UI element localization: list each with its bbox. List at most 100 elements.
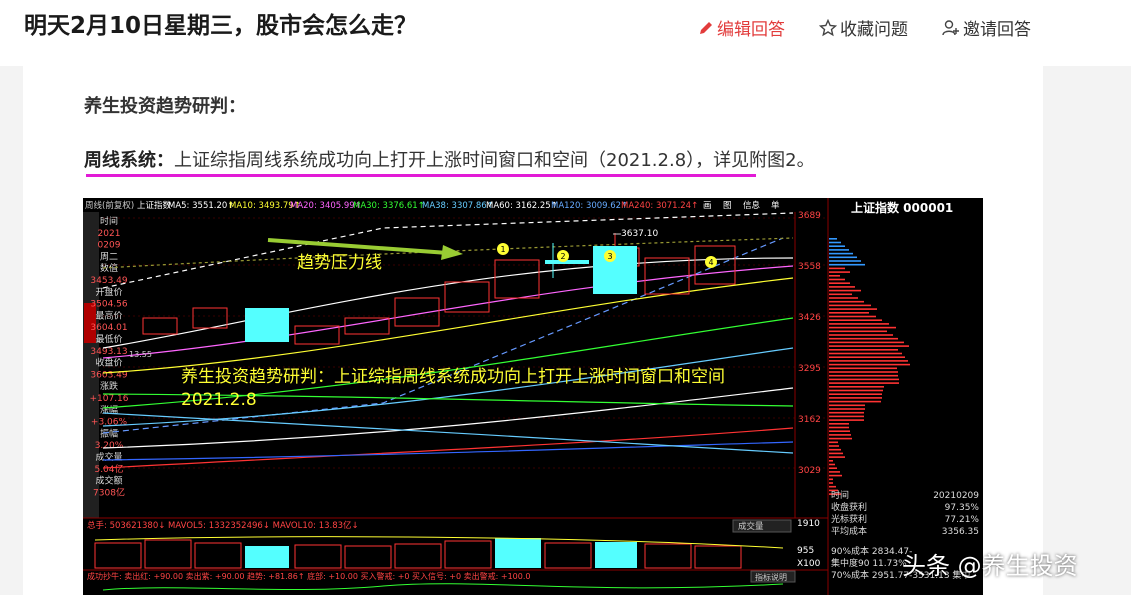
chip-bar [829,271,850,273]
chip-bar [829,485,836,488]
article-paragraph: 周线系统：上证综指周线系统成功向上打开上涨时间窗口和空间（2021.2.8），详… [84,146,815,172]
stat-extra: 90%成本 2834.47- [831,545,912,557]
tab-info[interactable]: 信息 [743,200,761,211]
stock-chart-image: 周线(前复权) 上证指数 MA5: 3551.20↑ MA10: 3493.79… [83,198,983,595]
chip-bar [829,415,864,418]
chip-bar [829,286,855,288]
chip-bar [829,241,841,244]
volume-dropdown[interactable]: 成交量 [738,521,764,532]
chip-bar [829,382,899,384]
chip-bar [829,267,845,270]
marker-2: 2 [560,252,565,261]
volume-bars [94,536,784,569]
y-tick: 3558 [798,262,821,272]
chip-bar [829,374,898,377]
side-info-item: 3453.49 [90,276,127,286]
chip-bar [829,256,857,259]
chip-bar [829,278,845,281]
collect-question-button[interactable]: 收藏问题 [819,15,908,40]
side-info-item: 时间 [100,215,118,227]
low-price-label: 13.55 [129,350,152,359]
ma20-label: MA20: 3405.99↑ [290,201,362,211]
y-tick: 3029 [798,466,821,476]
side-info-item: 成交量 [95,451,122,463]
price-axis: 3689 3558 3426 3295 3162 3029 [798,211,821,476]
tab-single[interactable]: 单 [771,200,780,211]
chip-bar [829,467,837,469]
invite-answer-button[interactable]: 邀请回答 [942,15,1031,40]
ma240-label: MA240: 3071.24↑ [621,201,698,211]
add-user-icon [942,19,959,35]
edit-answer-label: 编辑回答 [717,20,785,40]
marker-3: 3 [607,252,612,261]
chip-bar [829,326,896,329]
collect-question-label: 收藏问题 [840,20,908,40]
stat-key: 时间 [831,489,849,501]
overlay-text-line2: 2021.2.8 [181,390,257,410]
chip-bar [829,263,865,266]
pencil-icon [700,21,712,34]
side-info-item: +107.16 [89,394,128,404]
chip-bar [829,452,843,455]
chip-bar [829,408,865,410]
chip-bar [829,448,841,451]
article-heading: 养生投资趋势研判： [84,96,246,117]
side-info-item: 最低价 [95,333,122,345]
trend-line-label: 趋势压力线 [297,253,382,273]
stat-value: 20210209 [933,491,979,501]
volume-header: 总手: 503621380↓ MAVOL5: 1332352496↓ MAVOL… [87,520,359,531]
chip-bar [829,293,852,296]
side-info-item: 3604.01 [90,323,127,333]
chart-index-name: 上证指数 [137,200,172,211]
high-price-label: 3637.10 [621,229,658,239]
top-bar: 明天2月10日星期三，股市会怎么走？ 编辑回答 收藏问题 邀请回答 [0,0,1131,66]
chip-bar [829,300,864,303]
side-info-item: 2021 [98,229,121,239]
chip-bar [829,482,833,484]
stat-key: 收盘获利 [831,501,867,513]
chip-bar [829,308,877,310]
chip-bar [829,352,902,355]
side-info-item: 周二 [100,251,118,262]
chip-bar [829,334,893,336]
ma120-label: MA120: 3009.62↑ [551,201,628,211]
chip-bar [829,252,853,255]
side-info-item: 3504.56 [90,300,127,310]
chip-bar [829,386,884,388]
chip-bar [829,363,910,366]
y-tick: 3295 [798,364,821,374]
side-info-item: 3.20% [95,441,124,451]
indicator-header: 成功抄牛: 卖出红: +90.00 卖出紫: +90.00 趋势: +81.86… [87,571,530,581]
chip-bar [829,341,904,344]
vol-tick-2: 955 [797,546,814,556]
y-tick: 3426 [798,313,821,323]
stat-value: 3356.35 [942,527,979,537]
tab-draw[interactable]: 画 [703,201,712,211]
paragraph-bold: 周线系统： [84,150,174,171]
edit-answer-button[interactable]: 编辑回答 [698,15,785,40]
chip-bar [829,445,839,447]
chip-bar [829,260,861,262]
chip-bar [829,360,908,362]
vol-tick-1: 1910 [797,519,820,529]
paragraph-tail: ，详见附图2。 [695,150,815,171]
y-tick: 3162 [798,415,821,425]
candles: 3637.10 13.55 [129,229,736,359]
tab-chart[interactable]: 图 [723,201,732,211]
indicator-help-button[interactable]: 指标说明 [755,572,787,582]
chip-bar [829,411,864,414]
highlight-underline [86,174,756,177]
chip-bar [829,349,898,351]
side-info-item: 成交额 [95,475,122,487]
chip-bar [829,319,882,321]
chip-bar [829,249,849,251]
chip-bar [829,345,909,347]
stat-key: 平均成本 [831,525,867,537]
chip-bar [829,367,897,370]
side-info-item: 涨跌 [100,381,118,392]
side-info-item: 3493.13 [90,347,127,357]
question-actions: 编辑回答 收藏问题 邀请回答 [698,15,1031,40]
side-info-item: 0209 [98,241,121,251]
chip-bar [829,330,887,333]
ma38-label: MA38: 3307.86↑ [422,201,494,211]
